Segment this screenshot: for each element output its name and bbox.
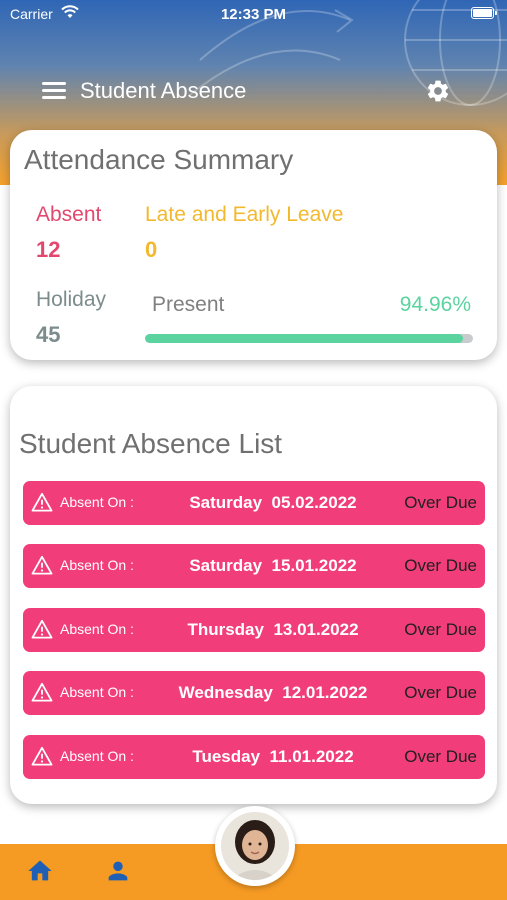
overdue-status: Over Due bbox=[404, 747, 477, 766]
absent-on-label: Absent On : bbox=[60, 684, 134, 700]
absence-date: Saturday 05.02.2022 bbox=[173, 493, 373, 513]
student-avatar[interactable] bbox=[215, 806, 295, 886]
present-percentage: 94.96% bbox=[399, 293, 471, 316]
absence-list-title: Student Absence List bbox=[19, 428, 283, 459]
holiday-label: Holiday bbox=[36, 288, 107, 311]
person-icon[interactable] bbox=[104, 857, 132, 885]
absence-date-value: 12.01.2022 bbox=[282, 683, 368, 702]
overdue-status: Over Due bbox=[404, 683, 477, 702]
warning-icon bbox=[31, 555, 53, 575]
absence-date: Thursday 13.01.2022 bbox=[173, 620, 373, 640]
home-icon[interactable] bbox=[25, 857, 55, 885]
absent-count: 12 bbox=[36, 237, 61, 262]
clock: 12:33 PM bbox=[220, 6, 287, 23]
absence-day: Tuesday bbox=[192, 747, 261, 766]
gear-icon[interactable] bbox=[425, 78, 451, 104]
absence-date-value: 05.02.2022 bbox=[271, 493, 357, 512]
absence-date: Wednesday 12.01.2022 bbox=[173, 683, 373, 703]
hamburger-menu-icon[interactable] bbox=[42, 80, 66, 100]
present-label: Present bbox=[152, 293, 225, 316]
warning-icon bbox=[31, 619, 53, 639]
absence-date: Tuesday 11.01.2022 bbox=[173, 747, 373, 767]
absence-list-card: Student Absence List Absent On : Saturday… bbox=[10, 386, 497, 804]
warning-icon bbox=[31, 492, 53, 512]
holiday-count: 45 bbox=[36, 322, 61, 347]
absence-row[interactable]: Absent On : Thursday 13.01.2022 Over Due bbox=[23, 608, 485, 652]
absent-label: Absent bbox=[36, 203, 102, 226]
status-bar: Carrier 12:33 PM bbox=[0, 0, 507, 30]
battery-icon bbox=[471, 7, 497, 19]
absence-day: Wednesday bbox=[178, 683, 273, 702]
overdue-status: Over Due bbox=[404, 620, 477, 639]
overdue-status: Over Due bbox=[404, 556, 477, 575]
warning-icon bbox=[31, 746, 53, 766]
avatar-photo bbox=[221, 812, 289, 880]
absence-row[interactable]: Absent On : Tuesday 11.01.2022 Over Due bbox=[23, 735, 485, 779]
warning-icon bbox=[31, 682, 53, 702]
late-early-label: Late and Early Leave bbox=[145, 203, 344, 226]
absence-row[interactable]: Absent On : Saturday 05.02.2022 Over Due bbox=[23, 481, 485, 525]
absence-day: Saturday bbox=[189, 556, 263, 575]
absent-on-label: Absent On : bbox=[60, 494, 134, 510]
absence-date-value: 13.01.2022 bbox=[273, 620, 359, 639]
absence-date: Saturday 15.01.2022 bbox=[173, 556, 373, 576]
absent-on-label: Absent On : bbox=[60, 621, 134, 637]
attendance-summary-card: Attendance Summary Absent 12 Late and Ea… bbox=[10, 130, 497, 360]
absence-day: Saturday bbox=[189, 493, 263, 512]
page-title: Student Absence bbox=[80, 78, 247, 103]
overdue-status: Over Due bbox=[404, 493, 477, 512]
absent-on-label: Absent On : bbox=[60, 748, 134, 764]
late-early-count: 0 bbox=[145, 237, 158, 262]
absence-row[interactable]: Absent On : Saturday 15.01.2022 Over Due bbox=[23, 544, 485, 588]
absent-on-label: Absent On : bbox=[60, 557, 134, 573]
absence-day: Thursday bbox=[187, 620, 264, 639]
absence-row[interactable]: Absent On : Wednesday 12.01.2022 Over Due bbox=[23, 671, 485, 715]
present-progress-fill bbox=[145, 334, 464, 343]
absence-date-value: 15.01.2022 bbox=[271, 556, 357, 575]
absence-date-value: 11.01.2022 bbox=[269, 747, 354, 766]
summary-title: Attendance Summary bbox=[24, 144, 294, 175]
present-progress-bar bbox=[145, 334, 473, 343]
